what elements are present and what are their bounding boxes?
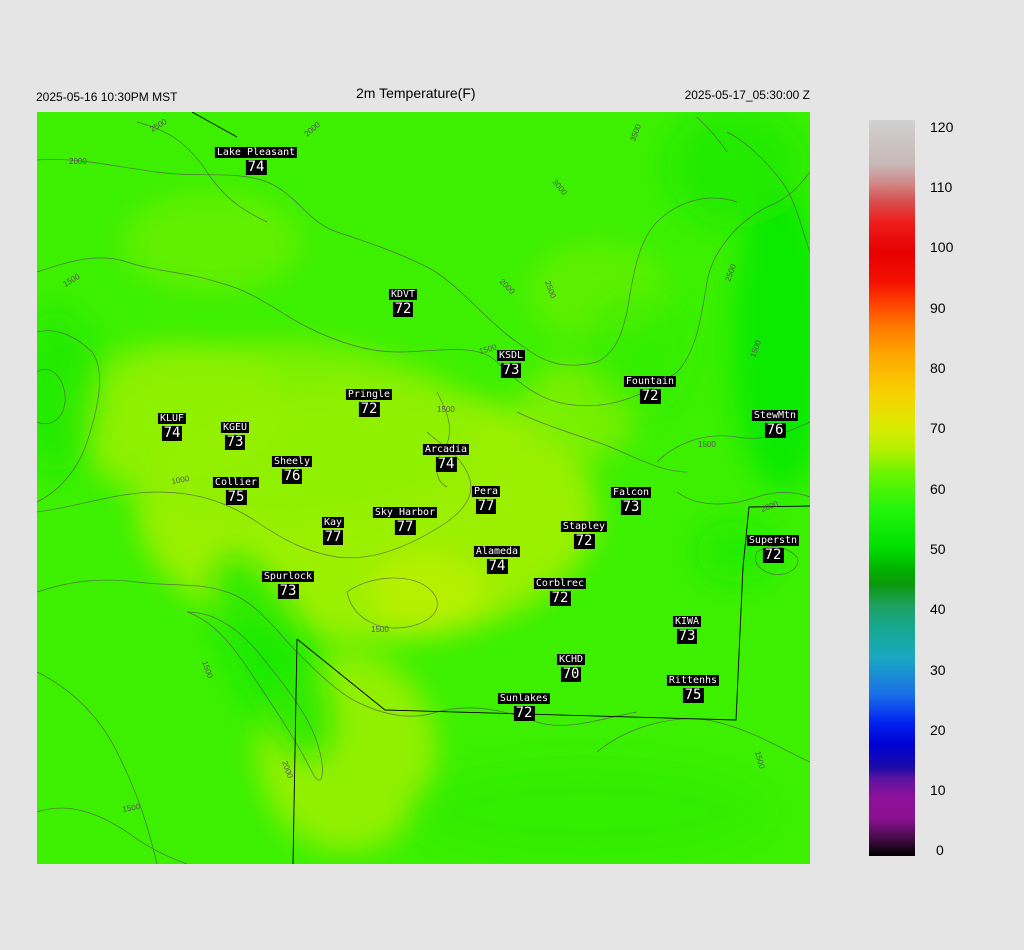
station-temp: 73	[676, 628, 698, 644]
station-temp: 74	[435, 456, 457, 472]
colorbar-tick: 80	[930, 360, 946, 376]
station-name: StewMtn	[751, 410, 799, 421]
station-temp: 72	[513, 705, 535, 721]
station-name: Rittenhs	[666, 675, 720, 686]
station-name: Spurlock	[261, 571, 315, 582]
colorbar-tick: 0	[936, 842, 944, 858]
station-name: Alameda	[473, 546, 521, 557]
contour-label: 1500	[437, 405, 455, 414]
station-temp: 73	[620, 499, 642, 515]
station-temp: 75	[225, 489, 247, 505]
local-time-label: 2025-05-16 10:30PM MST	[36, 90, 178, 104]
colorbar-tick: 120	[930, 119, 954, 135]
station-name: Kay	[321, 517, 345, 528]
station-marker: Spurlock 73	[261, 564, 315, 599]
colorbar-tick: 110	[930, 179, 953, 195]
station-name: Corblrec	[533, 578, 587, 589]
station-marker: Falcon 73	[610, 480, 652, 515]
valid-time-label: 2025-05-17_05:30:00 Z	[684, 88, 810, 102]
station-marker: Sheely 76	[271, 449, 313, 484]
station-name: Lake Pleasant	[214, 147, 298, 158]
station-temp: 76	[764, 422, 786, 438]
station-name: Collier	[212, 477, 260, 488]
station-name: KDVT	[388, 289, 418, 300]
station-temp: 74	[245, 159, 267, 175]
station-temp: 77	[475, 498, 497, 514]
station-temp: 73	[224, 434, 246, 450]
contour-label: 2000	[69, 157, 87, 166]
temperature-colorbar	[869, 120, 915, 856]
station-marker: Rittenhs 75	[666, 668, 720, 703]
station-marker: Pringle 72	[345, 382, 393, 417]
station-temp: 76	[281, 468, 303, 484]
station-name: Falcon	[610, 487, 652, 498]
contour-label: 1500	[698, 440, 716, 449]
station-temp: 73	[500, 362, 522, 378]
station-name: Stapley	[560, 521, 608, 532]
station-marker: Corblrec 72	[533, 571, 587, 606]
station-name: Pringle	[345, 389, 393, 400]
station-marker: Collier 75	[212, 470, 260, 505]
temperature-field: 2500 2000 3500 3000 2000 1500 2500 2500 …	[37, 112, 810, 864]
colorbar-tick: 20	[930, 722, 946, 738]
station-marker: KDVT 72	[388, 282, 418, 317]
station-marker: Lake Pleasant 74	[214, 140, 298, 175]
colorbar-tick: 40	[930, 601, 946, 617]
station-temp: 77	[322, 529, 344, 545]
station-marker: Sunlakes 72	[497, 686, 551, 721]
station-marker: KGEU 73	[220, 415, 250, 450]
colorbar-tick: 90	[930, 300, 946, 316]
station-temp: 70	[560, 666, 582, 682]
station-name: Pera	[471, 486, 501, 497]
station-temp: 72	[639, 388, 661, 404]
station-temp: 72	[762, 547, 784, 563]
station-temp: 77	[394, 519, 416, 535]
station-name: Fountain	[623, 376, 677, 387]
station-temp: 72	[549, 590, 571, 606]
station-name: Sheely	[271, 456, 313, 467]
station-temp: 72	[358, 401, 380, 417]
colorbar-tick: 10	[930, 782, 946, 798]
station-marker: KSDL 73	[496, 343, 526, 378]
map-title: 2m Temperature(F)	[356, 85, 476, 101]
contour-label: 1500	[371, 625, 389, 634]
station-temp: 72	[573, 533, 595, 549]
colorbar-tick: 50	[930, 541, 946, 557]
station-name: Superstn	[746, 535, 800, 546]
colorbar-tick: 70	[930, 420, 946, 436]
station-name: KIWA	[672, 616, 702, 627]
station-marker: Kay 77	[321, 510, 345, 545]
station-temp: 75	[682, 687, 704, 703]
station-marker: Stapley 72	[560, 514, 608, 549]
station-marker: KIWA 73	[672, 609, 702, 644]
station-name: KCHD	[556, 654, 586, 665]
station-temp: 73	[277, 583, 299, 599]
station-name: Sky Harbor	[372, 507, 438, 518]
station-temp: 72	[392, 301, 414, 317]
station-marker: Alameda 74	[473, 539, 521, 574]
station-marker: StewMtn 76	[751, 403, 799, 438]
temperature-map: 2500 2000 3500 3000 2000 1500 2500 2500 …	[37, 112, 810, 864]
colorbar-tick: 100	[930, 239, 954, 255]
station-temp: 74	[161, 425, 183, 441]
station-name: KSDL	[496, 350, 526, 361]
station-marker: Sky Harbor 77	[372, 500, 438, 535]
station-name: Arcadia	[422, 444, 470, 455]
station-name: KGEU	[220, 422, 250, 433]
station-marker: KLUF 74	[157, 406, 187, 441]
colorbar-tick: 60	[930, 481, 946, 497]
station-marker: Pera 77	[471, 479, 501, 514]
colorbar-tick: 30	[930, 662, 946, 678]
station-marker: Superstn 72	[746, 528, 800, 563]
station-name: Sunlakes	[497, 693, 551, 704]
station-temp: 74	[486, 558, 508, 574]
station-name: KLUF	[157, 413, 187, 424]
station-marker: KCHD 70	[556, 647, 586, 682]
station-marker: Fountain 72	[623, 369, 677, 404]
station-marker: Arcadia 74	[422, 437, 470, 472]
